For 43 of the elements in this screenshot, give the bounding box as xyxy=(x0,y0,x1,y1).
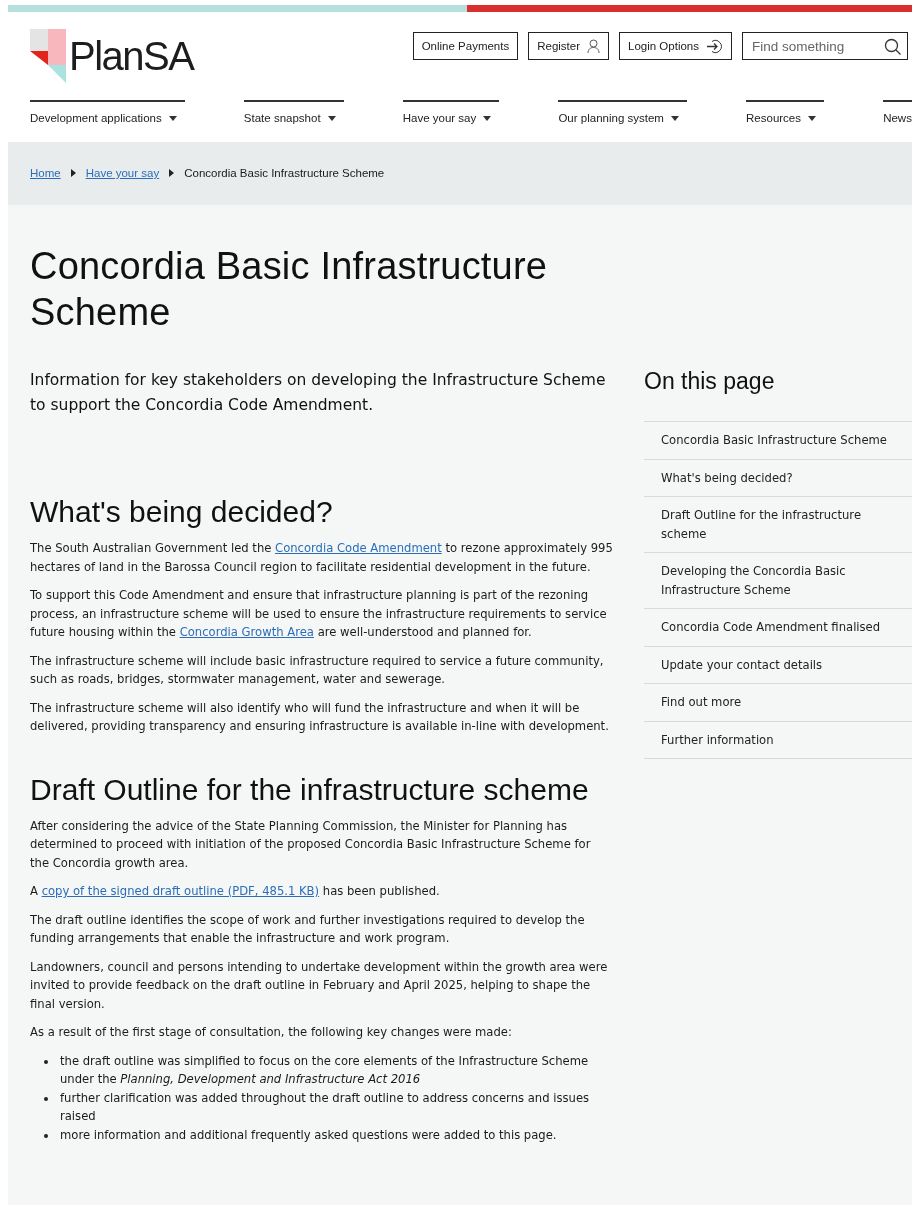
list-item-text: more information and additional frequently asked questions were added to this page. xyxy=(60,1126,557,1144)
paragraph: As a result of the first stage of consultation, the following key changes were made: xyxy=(30,1024,513,1041)
bullet-icon xyxy=(44,1059,48,1064)
user-icon xyxy=(587,39,601,53)
page-title: Concordia Basic Infrastructure Scheme xyxy=(30,244,549,335)
breadcrumb-current: Concordia Basic Infrastructure Scheme xyxy=(184,167,385,179)
toc-link[interactable]: Update your contact details xyxy=(644,646,912,684)
paragraph: The infrastructure scheme will also identify who will fund the infrastructure and when it will be delivered, providing transparency and ensuring infrastructure is available in-line with development. xyxy=(30,699,610,735)
text-link[interactable]: Concordia Code Amendment xyxy=(275,541,442,555)
bullet-icon xyxy=(44,1133,48,1138)
toc-link[interactable]: Further information xyxy=(644,721,912,759)
breadcrumb-link[interactable]: Have your say xyxy=(85,167,160,179)
header-button[interactable]: Register xyxy=(528,32,610,60)
search-icon xyxy=(884,38,901,55)
toc-title: On this page xyxy=(644,368,776,395)
paragraph: The South Australian Government led the Concordia Code Amendment to rezone approximately 995 hectares of land in the Barossa Council region to facilitate residential development in the future. xyxy=(30,540,613,576)
sign-in-icon xyxy=(706,38,723,54)
logo-icon xyxy=(30,29,66,83)
text-link[interactable]: Concordia Growth Area xyxy=(179,625,314,639)
section-heading: What's being decided? xyxy=(30,494,334,530)
chevron-icon xyxy=(70,169,76,177)
header-button[interactable]: Online Payments xyxy=(412,32,519,60)
paragraph: The infrastructure scheme will include basic infrastructure required to service a future community, such as roads, bridges, stormwater management, water and sewerage. xyxy=(30,652,605,688)
section-heading: Draft Outline for the infrastructure scheme xyxy=(30,771,590,808)
toc-link[interactable]: Concordia Code Amendment finalised xyxy=(644,609,912,647)
text-link[interactable]: copy of the signed draft outline (PDF, 485.1 KB) xyxy=(41,884,320,898)
paragraph: A copy of the signed draft outline (PDF, 485.1 KB) has been published. xyxy=(30,883,441,900)
toc-link[interactable]: Draft Outline for the infrastructure scheme xyxy=(644,497,912,553)
lead-paragraph: Information for key stakeholders on developing the Infrastructure Scheme to support the Concordia Code Amendment. xyxy=(30,370,607,416)
chevron-icon xyxy=(169,169,175,177)
paragraph: After considering the advice of the State Planning Commission, the Minister for Planning has determined to proceed with initiation of the proposed Concordia Basic Infrastructure Scheme for the Concordia growth area. xyxy=(30,817,592,872)
paragraph: The draft outline identifies the scope of work and further investigations required to develop the funding arrangements that enable the infrastructure and work program. xyxy=(30,911,586,947)
paragraph: To support this Code Amendment and ensure that infrastructure planning is part of the rezoning process, an infrastructure scheme will be used to ensure the infrastructure requirements to service future housing within the Concordia Growth Area are well-understood and planned for. xyxy=(30,587,608,641)
header-button[interactable]: Login Options xyxy=(619,32,732,60)
breadcrumb-link[interactable]: Home xyxy=(30,167,61,179)
search-field[interactable]: Find something xyxy=(742,32,908,60)
toc-link[interactable]: Concordia Basic Infrastructure Scheme xyxy=(644,422,912,460)
toc-link[interactable]: Developing the Concordia Basic Infrastructure Scheme xyxy=(644,553,912,609)
toc-link[interactable]: What's being decided? xyxy=(644,459,912,497)
paragraph: Landowners, council and persons intending to undertake development within the growth area were invited to provide feedback on the draft outline in February and April 2025, helping to shape the final version. xyxy=(30,958,609,1013)
bullet-icon xyxy=(44,1096,48,1101)
toc-link[interactable]: Find out more xyxy=(644,684,912,722)
logo-text: PlanSA xyxy=(69,33,194,80)
